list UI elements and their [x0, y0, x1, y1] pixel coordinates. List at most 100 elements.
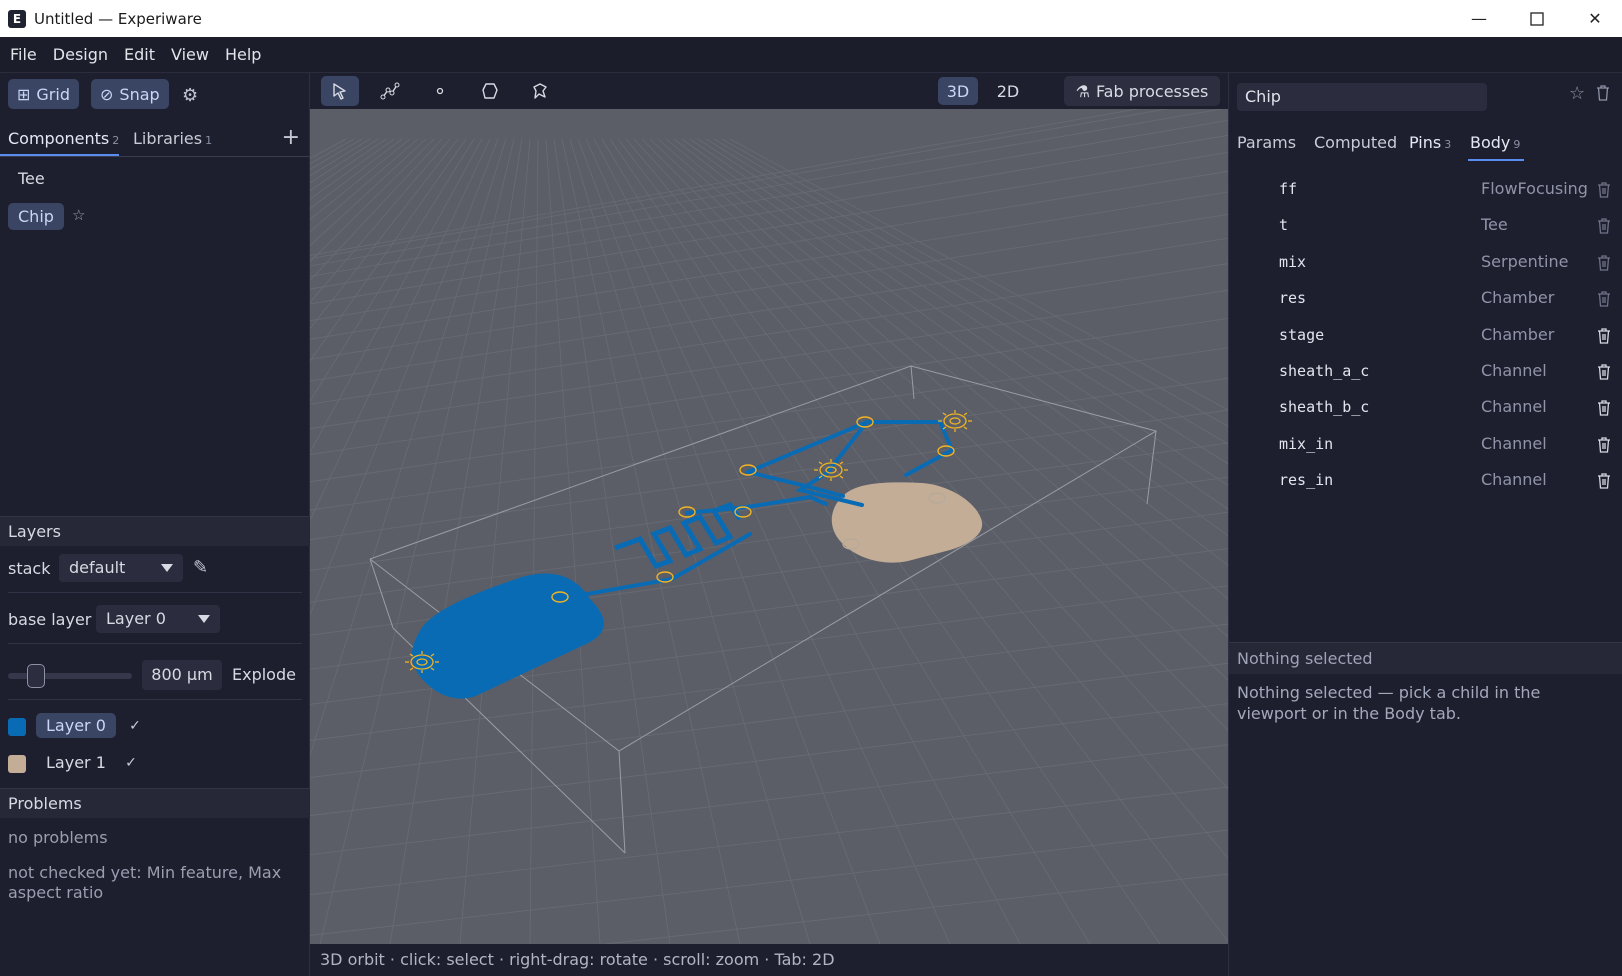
- view-2d-button[interactable]: 2D: [988, 77, 1028, 105]
- body-row-sheath_a_c[interactable]: sheath_a_c Channel: [1229, 358, 1622, 388]
- base-layer-label: base layer: [8, 610, 92, 629]
- problems-header: Problems: [0, 788, 310, 818]
- minimize-icon[interactable]: —: [1450, 0, 1508, 37]
- pencil-icon[interactable]: ✎: [193, 557, 208, 578]
- tab-computed[interactable]: Computed: [1314, 133, 1397, 152]
- trash-icon[interactable]: [1596, 216, 1612, 236]
- gear-icon[interactable]: ⚙: [182, 85, 202, 106]
- right-panel: Chip ☆ Params Computed Pins 3 Body 9 ff Flo…: [1228, 73, 1622, 976]
- layer-item-1[interactable]: Layer 1: [36, 750, 116, 775]
- body-row-name: stage: [1279, 326, 1325, 344]
- fab-label: Fab processes: [1095, 81, 1209, 101]
- point-tool-button[interactable]: [421, 76, 459, 106]
- body-row-sheath_b_c[interactable]: sheath_b_c Channel: [1229, 394, 1622, 424]
- tab-pins[interactable]: Pins 3: [1409, 133, 1451, 152]
- star-icon[interactable]: ☆: [72, 206, 85, 224]
- trash-icon[interactable]: [1596, 326, 1612, 346]
- tab-body[interactable]: Body 9: [1470, 133, 1520, 152]
- body-row-mix_in[interactable]: mix_in Channel: [1229, 431, 1622, 461]
- serpentine-mix: [614, 501, 743, 570]
- trash-icon[interactable]: [1596, 435, 1612, 455]
- left-panel: ⊞ Grid ⊘ Snap ⚙ Components 2 Libraries 1 +…: [0, 73, 310, 976]
- selection-header: Nothing selected: [1229, 642, 1622, 674]
- selection-message: Nothing selected — pick a child in the v…: [1237, 683, 1541, 723]
- left-tabs: Components 2 Libraries 1 +: [0, 123, 310, 157]
- grid-icon: ⊞: [17, 84, 31, 104]
- body-row-name: res_in: [1279, 471, 1334, 489]
- body-row-res[interactable]: res Chamber: [1229, 285, 1622, 315]
- view-3d-button[interactable]: 3D: [938, 77, 978, 105]
- body-row-name: ff: [1279, 180, 1298, 198]
- component-name-input[interactable]: Chip: [1237, 83, 1487, 111]
- viewport-status: 3D orbit · click: select · right-drag: r…: [310, 944, 1228, 976]
- menu-edit[interactable]: Edit: [118, 45, 161, 64]
- tab-components[interactable]: Components 2: [8, 129, 119, 148]
- snap-label: Snap: [119, 84, 160, 104]
- component-item-tee[interactable]: Tee: [8, 165, 55, 192]
- explode-value-input[interactable]: 800 µm: [142, 660, 222, 690]
- tab-libraries[interactable]: Libraries 1: [133, 129, 212, 148]
- cursor-icon: [333, 83, 346, 100]
- body-row-mix[interactable]: mix Serpentine: [1229, 249, 1622, 279]
- tab-underline: [1468, 159, 1524, 161]
- layer-1-swatch[interactable]: [8, 755, 26, 773]
- base-layer-select[interactable]: Layer 0: [96, 605, 220, 633]
- trash-icon[interactable]: [1596, 180, 1612, 200]
- grid-label: Grid: [36, 84, 70, 104]
- body-row-t[interactable]: t Tee: [1229, 212, 1622, 242]
- body-row-name: mix: [1279, 253, 1307, 271]
- viewport[interactable]: 3D 2D ⚗ Fab processes 3D orbit · click: …: [310, 73, 1228, 976]
- trash-icon[interactable]: [1596, 289, 1612, 309]
- body-row-ff[interactable]: ff FlowFocusing: [1229, 176, 1622, 206]
- body-row-type: Serpentine: [1481, 252, 1569, 271]
- menu-bar: File Design Edit View Help: [0, 37, 1622, 73]
- menu-design[interactable]: Design: [47, 45, 114, 64]
- snap-toggle-button[interactable]: ⊘ Snap: [91, 79, 169, 109]
- close-icon[interactable]: ✕: [1566, 0, 1622, 37]
- add-icon[interactable]: +: [282, 125, 300, 150]
- divider: [8, 699, 302, 700]
- body-row-type: FlowFocusing: [1481, 179, 1588, 198]
- menu-view[interactable]: View: [165, 45, 215, 64]
- trash-icon[interactable]: [1596, 253, 1612, 273]
- problems-note: not checked yet: Min feature, Max aspect…: [8, 863, 282, 902]
- explode-slider-thumb[interactable]: [27, 664, 46, 688]
- star-icon[interactable]: ☆: [1569, 83, 1585, 104]
- freeform-tool-button[interactable]: [521, 76, 559, 106]
- trash-icon[interactable]: [1596, 471, 1612, 491]
- body-row-name: t: [1279, 216, 1289, 234]
- fab-processes-button[interactable]: ⚗ Fab processes: [1064, 76, 1220, 106]
- path-icon: [380, 82, 400, 100]
- title-bar: E Untitled — Experiware — ✕: [0, 0, 1622, 37]
- polygon-tool-button[interactable]: [471, 76, 509, 106]
- body-row-name: sheath_b_c: [1279, 398, 1370, 416]
- right-tabs: Params Computed Pins 3 Body 9: [1229, 125, 1622, 161]
- body-row-stage[interactable]: stage Chamber: [1229, 322, 1622, 352]
- component-item-chip[interactable]: Chip: [8, 203, 64, 230]
- maximize-icon[interactable]: [1508, 0, 1566, 37]
- path-tool-button[interactable]: [371, 76, 409, 106]
- body-row-type: Channel: [1481, 434, 1547, 453]
- chamber-stage: [412, 573, 604, 699]
- trash-icon[interactable]: [1596, 398, 1612, 418]
- tab-params[interactable]: Params: [1237, 133, 1296, 152]
- grid-toggle-button[interactable]: ⊞ Grid: [8, 79, 79, 109]
- 3d-scene[interactable]: [310, 109, 1228, 944]
- trash-icon[interactable]: [1595, 84, 1611, 107]
- layer-item-0[interactable]: Layer 0: [36, 713, 116, 738]
- checkmark-icon[interactable]: ✓: [122, 755, 140, 773]
- stack-label: stack: [8, 559, 51, 578]
- menu-help[interactable]: Help: [219, 45, 267, 64]
- layer-0-swatch[interactable]: [8, 718, 26, 736]
- body-row-name: mix_in: [1279, 435, 1334, 453]
- freeform-icon: [533, 83, 547, 99]
- body-row-type: Chamber: [1481, 325, 1555, 344]
- trash-icon[interactable]: [1596, 362, 1612, 382]
- flask-icon: ⚗: [1075, 81, 1090, 101]
- body-row-res_in[interactable]: res_in Channel: [1229, 467, 1622, 497]
- select-tool-button[interactable]: [321, 76, 359, 106]
- menu-file[interactable]: File: [4, 45, 43, 64]
- stack-select[interactable]: default: [59, 554, 183, 582]
- chevron-down-icon: [161, 564, 173, 572]
- checkmark-icon[interactable]: ✓: [126, 718, 144, 736]
